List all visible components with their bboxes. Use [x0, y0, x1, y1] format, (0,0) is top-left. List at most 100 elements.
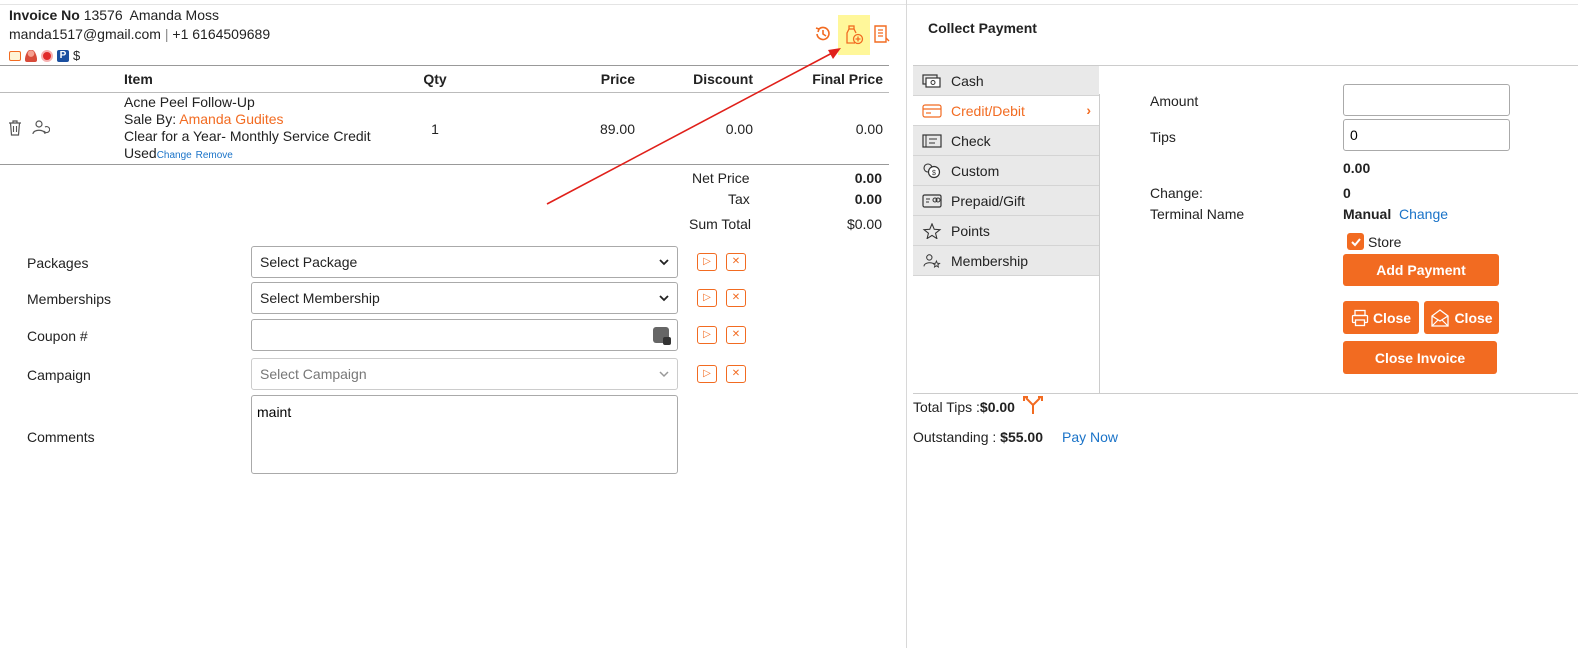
customer-phone[interactable]: +1 6164509689 [172, 26, 270, 42]
outstanding-value: $55.00 [1000, 429, 1043, 445]
history-icon[interactable] [812, 22, 834, 46]
table-row: Acne Peel Follow-Up Sale By: Amanda Gudi… [0, 92, 889, 165]
memberships-select[interactable]: Select Membership [251, 282, 678, 314]
member-icon [921, 252, 943, 270]
close-invoice-button[interactable]: Close Invoice [1343, 341, 1497, 374]
chevron-down-icon [659, 295, 669, 302]
header-qty: Qty [380, 65, 490, 93]
coupon-label: Coupon # [27, 328, 88, 344]
checkmark-icon [1350, 237, 1361, 246]
customer-email[interactable]: manda1517@gmail.com [9, 26, 161, 42]
store-checkbox[interactable] [1347, 233, 1364, 250]
packages-select[interactable]: Select Package [251, 246, 678, 278]
row-final-price: 0.00 [753, 92, 889, 165]
invoice-number: 13576 [83, 7, 123, 23]
gift-card-icon [921, 192, 943, 210]
cash-icon [921, 72, 943, 90]
split-tips-icon[interactable] [1022, 395, 1044, 418]
terminal-change-link[interactable]: Change [1399, 206, 1448, 222]
method-cash[interactable]: Cash [913, 66, 1099, 96]
method-prepaid-gift[interactable]: Prepaid/Gift [913, 186, 1099, 216]
memberships-apply-button[interactable]: ▷ [697, 289, 717, 307]
coupon-input[interactable] [251, 319, 678, 351]
coupon-apply-button[interactable]: ▷ [697, 326, 717, 344]
amount-input[interactable] [1343, 84, 1510, 116]
method-label: Points [951, 222, 990, 239]
payment-methods: Cash Credit/Debit › Check $ Custom Prepa… [913, 66, 1099, 276]
svg-text:$: $ [932, 170, 936, 177]
envelope-icon [1431, 308, 1450, 327]
sum-total-label: Sum Total [689, 216, 751, 232]
chevron-down-icon [659, 259, 669, 266]
credit-card-icon [921, 102, 943, 120]
sale-by-line: Sale By: Amanda Gudites [124, 111, 380, 128]
row-qty[interactable]: 1 [380, 92, 490, 165]
person-icon[interactable] [25, 49, 37, 62]
outstanding-label: Outstanding : [913, 429, 997, 445]
coupon-list-icon[interactable] [653, 327, 671, 345]
method-label: Cash [951, 72, 984, 89]
payment-content-divider [1099, 94, 1100, 394]
method-custom[interactable]: $ Custom [913, 156, 1099, 186]
chevron-down-icon [659, 371, 669, 378]
method-label: Check [951, 132, 991, 149]
table-header-row: Item Qty Price Discount Final Price [0, 65, 889, 93]
card-icon[interactable] [9, 50, 21, 61]
method-points[interactable]: Points [913, 216, 1099, 246]
row-price[interactable]: 89.00 [490, 92, 635, 165]
campaign-apply-button[interactable]: ▷ [697, 365, 717, 383]
net-price-label: Net Price [692, 170, 750, 186]
coins-icon: $ [921, 162, 943, 180]
close-email-label: Close [1454, 309, 1493, 326]
add-payment-button[interactable]: Add Payment [1343, 254, 1499, 286]
total-tips-value: $0.00 [979, 399, 1015, 415]
method-credit-debit[interactable]: Credit/Debit › [913, 96, 1099, 126]
total-tips-line: Total Tips :$0.00 [913, 399, 1015, 415]
customer-flags: P $ [9, 48, 80, 63]
campaign-select[interactable]: Select Campaign [251, 358, 678, 390]
tips-input[interactable] [1343, 119, 1510, 151]
change-credit-link[interactable]: Change [157, 150, 192, 161]
campaign-clear-button[interactable]: ✕ [726, 365, 746, 383]
comments-textarea[interactable]: maint [251, 395, 678, 474]
row-discount[interactable]: 0.00 [635, 92, 753, 165]
invoice-label: Invoice No [9, 7, 80, 23]
memberships-clear-button[interactable]: ✕ [726, 289, 746, 307]
amount-label: Amount [1150, 93, 1199, 109]
method-check[interactable]: Check [913, 126, 1099, 156]
header-item: Item [120, 65, 380, 93]
remove-credit-link[interactable]: Remove [196, 150, 233, 161]
store-label: Store [1368, 234, 1402, 250]
coupon-clear-button[interactable]: ✕ [726, 326, 746, 344]
method-label: Membership [951, 252, 1029, 269]
receipt-icon[interactable] [871, 22, 893, 46]
sale-by-staff[interactable]: Amanda Gudites [179, 111, 283, 127]
customer-name[interactable]: Amanda Moss [130, 7, 219, 23]
packages-apply-button[interactable]: ▷ [697, 253, 717, 271]
close-print-button[interactable]: Close [1343, 301, 1419, 334]
check-icon [921, 132, 943, 150]
method-label: Credit/Debit [951, 102, 1025, 119]
net-price-value: 0.00 [854, 170, 882, 186]
pay-now-link[interactable]: Pay Now [1062, 429, 1118, 445]
dollar-icon[interactable]: $ [73, 48, 80, 63]
outstanding-line: Outstanding : $55.00 [913, 429, 1043, 445]
close-print-label: Close [1372, 309, 1412, 326]
add-product-icon[interactable] [838, 15, 870, 55]
used-line: UsedChange Remove [124, 145, 380, 164]
trash-icon[interactable] [8, 120, 22, 139]
record-icon[interactable] [41, 49, 53, 62]
method-label: Prepaid/Gift [951, 192, 1025, 209]
customer-contact: manda1517@gmail.com | +1 6164509689 [9, 26, 270, 42]
item-name: Acne Peel Follow-Up [124, 93, 255, 110]
method-label: Custom [951, 162, 1000, 179]
packages-label: Packages [27, 255, 89, 271]
packages-clear-button[interactable]: ✕ [726, 253, 746, 271]
tax-label: Tax [728, 191, 750, 207]
method-membership[interactable]: Membership [913, 246, 1099, 276]
close-email-button[interactable]: Close [1424, 301, 1499, 334]
parking-icon[interactable]: P [57, 49, 69, 62]
header-final-price: Final Price [753, 65, 889, 93]
terminal-label: Terminal Name [1150, 206, 1245, 222]
assign-staff-icon[interactable] [32, 119, 50, 140]
